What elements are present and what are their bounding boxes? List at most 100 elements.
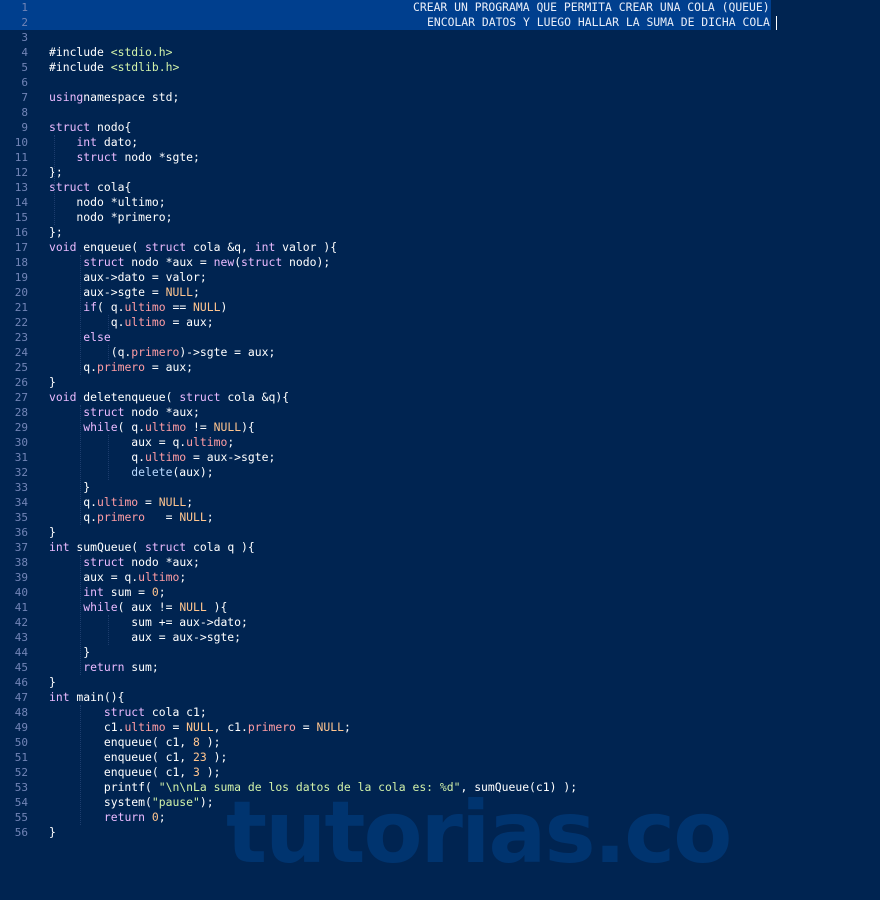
code-line[interactable]: 5 #include <stdlib.h> bbox=[0, 60, 880, 75]
line-number: 27 bbox=[14, 391, 28, 404]
code-line[interactable]: 29 while( q.ultimo != NULL){ bbox=[0, 420, 880, 435]
code-line[interactable]: 49 c1.ultimo = NULL, c1.primero = NULL; bbox=[0, 720, 880, 735]
code-line[interactable]: 17 void enqueue( struct cola &q, int valo… bbox=[0, 240, 880, 255]
code-line[interactable]: 27 void deletenqueue( struct cola &q){ bbox=[0, 390, 880, 405]
code-text: enqueue( c1, 8 ); bbox=[49, 735, 221, 750]
code-line[interactable]: 36} bbox=[0, 525, 880, 540]
code-line[interactable]: 43 aux = aux->sgte; bbox=[0, 630, 880, 645]
code-line[interactable]: 34 q.ultimo = NULL; bbox=[0, 495, 880, 510]
code-line[interactable]: 18 struct nodo *aux = new(struct nodo); bbox=[0, 255, 880, 270]
code-line[interactable]: 19 aux->dato = valor; bbox=[0, 270, 880, 285]
code-line[interactable]: 9 struct nodo{ bbox=[0, 120, 880, 135]
code-text: aux = aux->sgte; bbox=[49, 630, 241, 645]
code-text: } bbox=[49, 675, 56, 690]
line-number: 51 bbox=[14, 751, 28, 764]
code-token: sum; bbox=[124, 660, 159, 674]
code-line[interactable]: 28 struct nodo *aux; bbox=[0, 405, 880, 420]
code-text: #include <stdio.h> bbox=[49, 45, 172, 60]
indent-guide bbox=[108, 315, 109, 330]
code-line[interactable]: 15 nodo *primero; bbox=[0, 210, 880, 225]
code-line[interactable]: 7 usingnamespace std; bbox=[0, 90, 880, 105]
code-token: enqueue( bbox=[76, 240, 146, 254]
line-number: 45 bbox=[14, 661, 28, 674]
code-line[interactable]: 25 q.primero = aux; bbox=[0, 360, 880, 375]
code-text: int sumQueue( struct cola q ){ bbox=[49, 540, 255, 555]
code-line[interactable]: 33 } bbox=[0, 480, 880, 495]
code-line[interactable]: 48 struct cola c1; bbox=[0, 705, 880, 720]
code-line[interactable]: 52 enqueue( c1, 3 ); bbox=[0, 765, 880, 780]
code-token: struct bbox=[49, 120, 91, 134]
code-line[interactable]: 13 struct cola{ bbox=[0, 180, 880, 195]
code-line[interactable]: 16}; bbox=[0, 225, 880, 240]
code-token: ultimo bbox=[97, 495, 139, 509]
code-line[interactable]: 11 struct nodo *sgte; bbox=[0, 150, 880, 165]
code-text: void deletenqueue( struct cola &q){ bbox=[49, 390, 289, 405]
code-token: NULL bbox=[165, 285, 194, 299]
code-line[interactable]: 39 aux = q.ultimo; bbox=[0, 570, 880, 585]
code-text: struct cola c1; bbox=[49, 705, 207, 720]
code-line[interactable]: 26} bbox=[0, 375, 880, 390]
code-line[interactable]: 8 bbox=[0, 105, 880, 120]
code-line[interactable]: 46} bbox=[0, 675, 880, 690]
code-line[interactable]: 40 int sum = 0; bbox=[0, 585, 880, 600]
code-text: q.ultimo = NULL; bbox=[49, 495, 193, 510]
code-line[interactable]: 24 (q.primero)->sgte = aux; bbox=[0, 345, 880, 360]
line-number: 8 bbox=[21, 106, 28, 119]
code-line[interactable]: 31 q.ultimo = aux->sgte; bbox=[0, 450, 880, 465]
code-line[interactable]: 35 q.primero = NULL; bbox=[0, 510, 880, 525]
code-line[interactable]: 23 else bbox=[0, 330, 880, 345]
code-line[interactable]: 45 return sum; bbox=[0, 660, 880, 675]
line-number: 38 bbox=[14, 556, 28, 569]
line-number: 9 bbox=[21, 121, 28, 134]
code-token: struct bbox=[179, 390, 221, 404]
code-token: return bbox=[83, 660, 125, 674]
code-token: struct bbox=[145, 540, 187, 554]
code-line[interactable]: 37 int sumQueue( struct cola q ){ bbox=[0, 540, 880, 555]
code-line[interactable]: 21 if( q.ultimo == NULL) bbox=[0, 300, 880, 315]
code-line[interactable]: 41 while( aux != NULL ){ bbox=[0, 600, 880, 615]
code-token: = aux; bbox=[145, 360, 194, 374]
code-line[interactable]: 6 bbox=[0, 75, 880, 90]
code-token: struct bbox=[76, 150, 118, 164]
code-token: nodo{ bbox=[90, 120, 132, 134]
code-line[interactable]: 32 delete(aux); bbox=[0, 465, 880, 480]
line-number: 31 bbox=[14, 451, 28, 464]
code-editor[interactable]: 1 2 3 4 #include <stdio.h> 5 #include <stdlib.… bbox=[0, 0, 880, 900]
code-line[interactable]: 10 int dato; bbox=[0, 135, 880, 150]
code-line[interactable]: 55 return 0; bbox=[0, 810, 880, 825]
code-token: nodo *aux; bbox=[124, 555, 200, 569]
code-token: primero bbox=[97, 510, 146, 524]
code-line[interactable]: 12}; bbox=[0, 165, 880, 180]
code-line[interactable]: 22 q.ultimo = aux; bbox=[0, 315, 880, 330]
code-token: #include bbox=[49, 45, 111, 59]
code-line[interactable]: 56} bbox=[0, 825, 880, 840]
line-number: 1 bbox=[0, 0, 44, 15]
code-token: ; bbox=[179, 570, 187, 584]
line-number: 46 bbox=[14, 676, 28, 689]
code-line[interactable]: 51 enqueue( c1, 23 ); bbox=[0, 750, 880, 765]
code-line[interactable]: 50 enqueue( c1, 8 ); bbox=[0, 735, 880, 750]
code-line[interactable]: 54 system("pause"); bbox=[0, 795, 880, 810]
line-number: 37 bbox=[14, 541, 28, 554]
code-token: = bbox=[295, 720, 317, 734]
code-line[interactable]: 53 printf( "\n\nLa suma de los datos de … bbox=[0, 780, 880, 795]
code-token: struct bbox=[49, 180, 91, 194]
code-line[interactable]: 3 bbox=[0, 30, 880, 45]
code-line[interactable]: 42 sum += aux->dato; bbox=[0, 615, 880, 630]
line-number: 44 bbox=[14, 646, 28, 659]
code-token: struct bbox=[83, 555, 125, 569]
code-line[interactable]: 47 int main(){ bbox=[0, 690, 880, 705]
code-line[interactable]: 44 } bbox=[0, 645, 880, 660]
code-line[interactable]: 38 struct nodo *aux; bbox=[0, 555, 880, 570]
code-line[interactable]: 20 aux->sgte = NULL; bbox=[0, 285, 880, 300]
code-line[interactable]: 30 aux = q.ultimo; bbox=[0, 435, 880, 450]
code-token: }; bbox=[49, 225, 63, 239]
code-token: = aux->sgte; bbox=[186, 450, 276, 464]
code-line[interactable]: 14 nodo *ultimo; bbox=[0, 195, 880, 210]
code-token: sum += aux->dato; bbox=[49, 615, 248, 629]
code-token: printf( bbox=[49, 780, 159, 794]
code-line[interactable]: 4 #include <stdio.h> bbox=[0, 45, 880, 60]
